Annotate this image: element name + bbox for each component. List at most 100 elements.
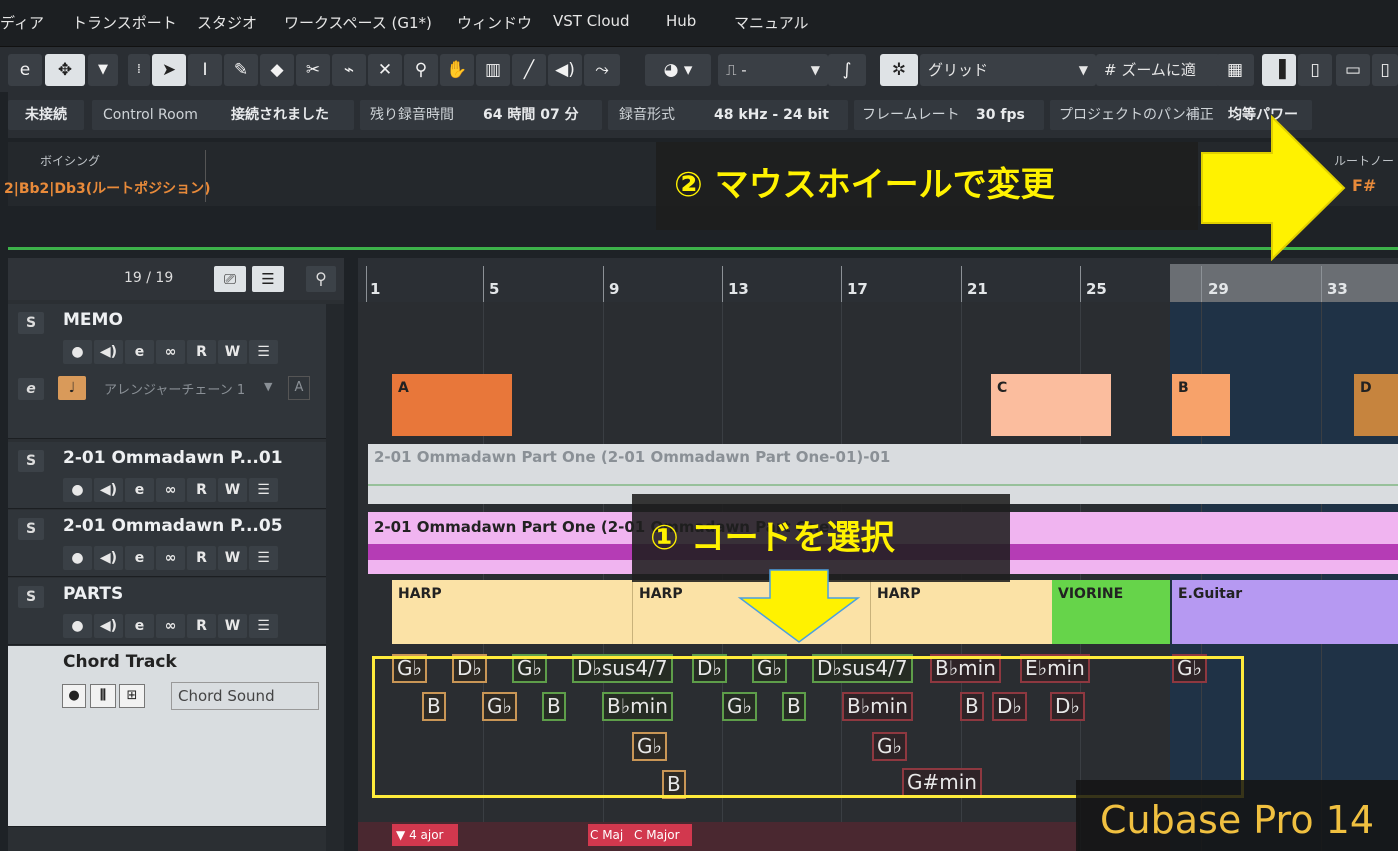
pointer-tool-icon[interactable]: ➤ (152, 54, 186, 86)
solo-button[interactable]: S (18, 450, 44, 472)
write-button[interactable]: W (218, 546, 247, 570)
edit-icon[interactable]: e (125, 340, 154, 364)
arranger-mode-button[interactable]: A (288, 376, 310, 400)
settings-icon[interactable]: ☰ (249, 478, 278, 502)
track-list-scrollbar[interactable] (326, 304, 344, 851)
menu-studio[interactable]: スタジオ (197, 12, 257, 33)
list-icon[interactable]: ☰ (252, 266, 284, 292)
monitor-icon[interactable]: ◀) (94, 546, 123, 570)
settings-icon[interactable]: ☰ (249, 546, 278, 570)
chord-sound-field[interactable]: Chord Sound (171, 682, 319, 710)
glue-icon[interactable]: ⌁ (332, 54, 366, 86)
right-zone-icon[interactable]: ▯ (1372, 54, 1398, 86)
autoscroll-icon[interactable]: ✥ (45, 54, 85, 86)
voicing-icon[interactable]: ⊞ (119, 684, 145, 708)
lower-zone-icon[interactable]: ▭ (1336, 54, 1370, 86)
link-icon[interactable]: ∞ (156, 340, 185, 364)
part-violin[interactable]: VIORINE (1052, 580, 1170, 644)
note-icon[interactable]: ♩ (58, 376, 86, 400)
part-harp[interactable]: HARP (870, 580, 1052, 644)
edit-icon[interactable]: e (125, 614, 154, 638)
monitor-icon[interactable]: ◀) (94, 478, 123, 502)
edit-icon[interactable]: e (125, 546, 154, 570)
mute-tool-icon[interactable]: ✕ (368, 54, 402, 86)
speaker-icon[interactable]: ◀) (548, 54, 582, 86)
read-button[interactable]: R (187, 614, 216, 638)
link-icon[interactable]: ∞ (156, 546, 185, 570)
menu-hub[interactable]: Hub (666, 12, 696, 30)
scale-event[interactable]: C Major (632, 824, 692, 846)
root-note-value[interactable]: F# (1352, 176, 1376, 195)
quantize-select[interactable]: ⎍ - ▼ (718, 54, 828, 86)
record-icon[interactable]: ● (63, 614, 92, 638)
left-panel-icon[interactable]: ▯ (1298, 54, 1332, 86)
chevron-down-icon[interactable]: ▼ (264, 380, 272, 393)
read-button[interactable]: R (187, 340, 216, 364)
solo-button[interactable]: S (18, 312, 44, 334)
menu-media[interactable]: ディア (0, 12, 44, 33)
part-guitar[interactable]: E.Guitar (1172, 580, 1398, 644)
left-zone-icon[interactable]: ▐ (1262, 54, 1296, 86)
hand-icon[interactable]: ✋ (440, 54, 474, 86)
chord-assist-icon[interactable]: ◕ ▾ (645, 54, 711, 86)
track-parts[interactable]: S PARTS ● ◀) e ∞ R W ☰ (8, 578, 326, 645)
menu-vst-cloud[interactable]: VST Cloud (553, 12, 630, 30)
track-memo[interactable]: S MEMO ● ◀) e ∞ R W ☰ (8, 304, 326, 371)
keyboard-icon[interactable]: ▦ (1216, 54, 1254, 86)
write-button[interactable]: W (218, 478, 247, 502)
monitor-icon[interactable]: ◀) (94, 614, 123, 638)
link-icon[interactable]: ∞ (156, 478, 185, 502)
read-button[interactable]: R (187, 478, 216, 502)
menu-workspace[interactable]: ワークスペース (G1*) (284, 12, 432, 33)
mixer-icon[interactable]: ⫼ (90, 684, 116, 708)
arranger-event-c[interactable]: C (991, 374, 1111, 436)
edit-icon[interactable]: e (18, 378, 44, 400)
monitor-icon[interactable]: ◀) (94, 340, 123, 364)
line-tool-icon[interactable]: ╱ (512, 54, 546, 86)
link-icon[interactable]: ∞ (156, 614, 185, 638)
track-audio-05[interactable]: S 2-01 Ommadawn P...05 ● ◀) e ∞ R W ☰ (8, 510, 326, 577)
record-icon[interactable]: ● (63, 340, 92, 364)
write-button[interactable]: W (218, 340, 247, 364)
arranger-event-d[interactable]: D (1354, 374, 1398, 436)
eraser-icon[interactable]: ◆ (260, 54, 294, 86)
solo-button[interactable]: S (18, 518, 44, 540)
pencil-icon[interactable]: ✎ (224, 54, 258, 86)
scale-track[interactable] (358, 822, 1078, 851)
snap-icon[interactable]: ✲ (880, 54, 918, 86)
edit-icon[interactable]: e (8, 54, 42, 86)
ruler[interactable]: 1 5 9 13 17 21 25 29 33 (358, 258, 1398, 302)
quantize-toggle-icon[interactable]: ∫ (828, 54, 866, 86)
part-harp[interactable]: HARP (392, 580, 632, 644)
write-button[interactable]: W (218, 614, 247, 638)
scale-event[interactable]: ▼ 4 ajor (392, 824, 458, 846)
read-button[interactable]: R (187, 546, 216, 570)
comp-tool-icon[interactable]: ▥ (476, 54, 510, 86)
record-icon[interactable]: ● (62, 684, 86, 708)
track-audio-01[interactable]: S 2-01 Ommadawn P...01 ● ◀) e ∞ R W ☰ (8, 442, 326, 509)
chevron-down-icon[interactable]: ▼ (88, 54, 118, 86)
menu-manual[interactable]: マニュアル (734, 12, 809, 33)
menu-window[interactable]: ウィンドウ (457, 12, 532, 33)
scale-event[interactable]: C Maj (588, 824, 632, 846)
voicing-value[interactable]: 2|Bb2|Db3(ルートポジション) (4, 178, 211, 198)
solo-button[interactable]: S (18, 586, 44, 608)
scissors-icon[interactable]: ✂ (296, 54, 330, 86)
track-arranger[interactable]: e ♩ アレンジャーチェーン 1 ▼ A (8, 370, 326, 439)
menu-transport[interactable]: トランスポート (72, 12, 177, 33)
zoom-select[interactable]: # ズームに適 (1096, 54, 1220, 86)
range-tool-icon[interactable]: I (188, 54, 222, 86)
arranger-chain-name[interactable]: アレンジャーチェーン 1 (104, 379, 245, 398)
track-chord[interactable]: Chord Track ● ⫼ ⊞ Chord Sound (8, 646, 326, 827)
arranger-event-b[interactable]: B (1172, 374, 1230, 436)
snap-type-select[interactable]: グリッド ▼ (920, 54, 1096, 86)
zoom-icon[interactable]: ⚲ (404, 54, 438, 86)
edit-icon[interactable]: e (125, 478, 154, 502)
search-icon[interactable]: ⚲ (306, 266, 336, 292)
record-icon[interactable]: ● (63, 546, 92, 570)
track-visibility-icon[interactable]: ⎚ (214, 266, 246, 292)
settings-icon[interactable]: ☰ (249, 340, 278, 364)
warp-icon[interactable]: ⤳ (584, 54, 620, 86)
drag-handle-icon[interactable]: ⁞ (128, 54, 150, 86)
cycle-region[interactable] (1170, 264, 1398, 302)
